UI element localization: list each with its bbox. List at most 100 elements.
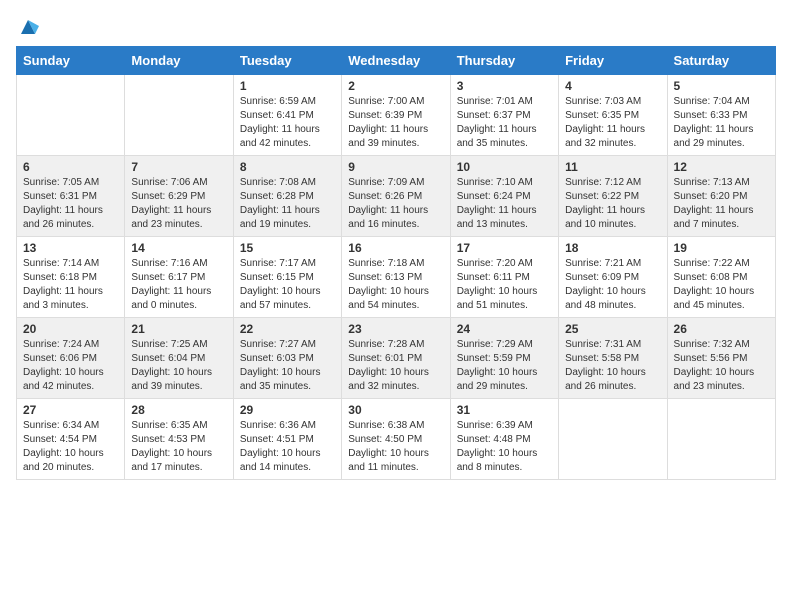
day-number: 22 [240, 322, 335, 336]
calendar-week-row: 27 Sunrise: 6:34 AMSunset: 4:54 PMDayligh… [17, 399, 776, 480]
header-day-thursday: Thursday [450, 47, 558, 75]
day-number: 1 [240, 79, 335, 93]
day-number: 13 [23, 241, 118, 255]
day-number: 27 [23, 403, 118, 417]
calendar-cell: 27 Sunrise: 6:34 AMSunset: 4:54 PMDayligh… [17, 399, 125, 480]
day-info: Sunrise: 7:13 AMSunset: 6:20 PMDaylight:… [674, 176, 769, 232]
calendar-cell: 19 Sunrise: 7:22 AMSunset: 6:08 PMDayligh… [667, 237, 775, 318]
calendar-week-row: 20Sunrise: 7:24 AMSunset: 6:06 PMDayligh… [17, 318, 776, 399]
calendar-cell: 11 Sunrise: 7:12 AMSunset: 6:22 PMDayligh… [559, 156, 667, 237]
day-info: Sunrise: 7:18 AMSunset: 6:13 PMDaylight:… [348, 257, 443, 313]
calendar-cell: 4 Sunrise: 7:03 AMSunset: 6:35 PMDaylight… [559, 75, 667, 156]
calendar-cell: 30 Sunrise: 6:38 AMSunset: 4:50 PMDayligh… [342, 399, 450, 480]
day-number: 8 [240, 160, 335, 174]
calendar-week-row: 6 Sunrise: 7:05 AMSunset: 6:31 PMDaylight… [17, 156, 776, 237]
header-day-wednesday: Wednesday [342, 47, 450, 75]
day-number: 7 [131, 160, 226, 174]
day-info: Sunrise: 7:22 AMSunset: 6:08 PMDaylight:… [674, 257, 769, 313]
calendar-cell: 17 Sunrise: 7:20 AMSunset: 6:11 PMDayligh… [450, 237, 558, 318]
day-info: Sunrise: 7:00 AMSunset: 6:39 PMDaylight:… [348, 95, 443, 151]
calendar-cell: 23Sunrise: 7:28 AMSunset: 6:01 PMDayligh… [342, 318, 450, 399]
calendar-cell: 13 Sunrise: 7:14 AMSunset: 6:18 PMDayligh… [17, 237, 125, 318]
day-info: Sunrise: 6:39 AMSunset: 4:48 PMDaylight:… [457, 419, 552, 475]
day-info: Sunrise: 6:34 AMSunset: 4:54 PMDaylight:… [23, 419, 118, 475]
day-info: Sunrise: 7:31 AMSunset: 5:58 PMDaylight:… [565, 338, 660, 394]
day-info: Sunrise: 7:29 AMSunset: 5:59 PMDaylight:… [457, 338, 552, 394]
day-number: 11 [565, 160, 660, 174]
day-info: Sunrise: 7:16 AMSunset: 6:17 PMDaylight:… [131, 257, 226, 313]
calendar-cell: 20Sunrise: 7:24 AMSunset: 6:06 PMDayligh… [17, 318, 125, 399]
day-number: 12 [674, 160, 769, 174]
day-info: Sunrise: 7:21 AMSunset: 6:09 PMDaylight:… [565, 257, 660, 313]
day-number: 25 [565, 322, 660, 336]
day-number: 23 [348, 322, 443, 336]
day-info: Sunrise: 7:17 AMSunset: 6:15 PMDaylight:… [240, 257, 335, 313]
header-day-sunday: Sunday [17, 47, 125, 75]
calendar-cell: 25 Sunrise: 7:31 AMSunset: 5:58 PMDayligh… [559, 318, 667, 399]
header-day-friday: Friday [559, 47, 667, 75]
calendar-cell: 2 Sunrise: 7:00 AMSunset: 6:39 PMDaylight… [342, 75, 450, 156]
calendar-week-row: 1 Sunrise: 6:59 AMSunset: 6:41 PMDaylight… [17, 75, 776, 156]
day-info: Sunrise: 7:27 AMSunset: 6:03 PMDaylight:… [240, 338, 335, 394]
day-number: 26 [674, 322, 769, 336]
day-number: 19 [674, 241, 769, 255]
day-number: 21 [131, 322, 226, 336]
day-info: Sunrise: 7:20 AMSunset: 6:11 PMDaylight:… [457, 257, 552, 313]
day-number: 15 [240, 241, 335, 255]
calendar-cell: 22 Sunrise: 7:27 AMSunset: 6:03 PMDayligh… [233, 318, 341, 399]
calendar-cell: 16 Sunrise: 7:18 AMSunset: 6:13 PMDayligh… [342, 237, 450, 318]
page-header [16, 16, 776, 34]
day-number: 6 [23, 160, 118, 174]
header-day-monday: Monday [125, 47, 233, 75]
logo [16, 16, 39, 34]
calendar-week-row: 13 Sunrise: 7:14 AMSunset: 6:18 PMDayligh… [17, 237, 776, 318]
day-info: Sunrise: 7:12 AMSunset: 6:22 PMDaylight:… [565, 176, 660, 232]
day-info: Sunrise: 7:04 AMSunset: 6:33 PMDaylight:… [674, 95, 769, 151]
day-number: 28 [131, 403, 226, 417]
day-info: Sunrise: 6:38 AMSunset: 4:50 PMDaylight:… [348, 419, 443, 475]
day-number: 14 [131, 241, 226, 255]
calendar-cell: 15 Sunrise: 7:17 AMSunset: 6:15 PMDayligh… [233, 237, 341, 318]
calendar-cell: 6 Sunrise: 7:05 AMSunset: 6:31 PMDaylight… [17, 156, 125, 237]
day-info: Sunrise: 7:05 AMSunset: 6:31 PMDaylight:… [23, 176, 118, 232]
calendar-cell [667, 399, 775, 480]
day-info: Sunrise: 7:14 AMSunset: 6:18 PMDaylight:… [23, 257, 118, 313]
day-number: 5 [674, 79, 769, 93]
calendar-cell [559, 399, 667, 480]
calendar-cell: 21 Sunrise: 7:25 AMSunset: 6:04 PMDayligh… [125, 318, 233, 399]
day-number: 30 [348, 403, 443, 417]
day-info: Sunrise: 7:03 AMSunset: 6:35 PMDaylight:… [565, 95, 660, 151]
calendar-cell: 7 Sunrise: 7:06 AMSunset: 6:29 PMDaylight… [125, 156, 233, 237]
calendar-cell: 24Sunrise: 7:29 AMSunset: 5:59 PMDayligh… [450, 318, 558, 399]
header-day-saturday: Saturday [667, 47, 775, 75]
calendar-cell [125, 75, 233, 156]
calendar-cell: 10Sunrise: 7:10 AMSunset: 6:24 PMDayligh… [450, 156, 558, 237]
calendar-cell: 28 Sunrise: 6:35 AMSunset: 4:53 PMDayligh… [125, 399, 233, 480]
calendar-cell: 1 Sunrise: 6:59 AMSunset: 6:41 PMDaylight… [233, 75, 341, 156]
calendar-cell: 31 Sunrise: 6:39 AMSunset: 4:48 PMDayligh… [450, 399, 558, 480]
day-number: 4 [565, 79, 660, 93]
day-number: 18 [565, 241, 660, 255]
day-info: Sunrise: 6:35 AMSunset: 4:53 PMDaylight:… [131, 419, 226, 475]
day-number: 3 [457, 79, 552, 93]
day-info: Sunrise: 7:06 AMSunset: 6:29 PMDaylight:… [131, 176, 226, 232]
calendar-header-row: SundayMondayTuesdayWednesdayThursdayFrid… [17, 47, 776, 75]
day-info: Sunrise: 7:32 AMSunset: 5:56 PMDaylight:… [674, 338, 769, 394]
calendar-table: SundayMondayTuesdayWednesdayThursdayFrid… [16, 46, 776, 480]
day-number: 16 [348, 241, 443, 255]
header-day-tuesday: Tuesday [233, 47, 341, 75]
calendar-cell: 9Sunrise: 7:09 AMSunset: 6:26 PMDaylight… [342, 156, 450, 237]
day-number: 17 [457, 241, 552, 255]
logo-icon [17, 16, 39, 38]
day-info: Sunrise: 7:09 AMSunset: 6:26 PMDaylight:… [348, 176, 443, 232]
day-info: Sunrise: 6:59 AMSunset: 6:41 PMDaylight:… [240, 95, 335, 151]
calendar-cell: 8Sunrise: 7:08 AMSunset: 6:28 PMDaylight… [233, 156, 341, 237]
calendar-cell: 14 Sunrise: 7:16 AMSunset: 6:17 PMDayligh… [125, 237, 233, 318]
day-info: Sunrise: 7:25 AMSunset: 6:04 PMDaylight:… [131, 338, 226, 394]
calendar-cell: 18 Sunrise: 7:21 AMSunset: 6:09 PMDayligh… [559, 237, 667, 318]
calendar-cell: 3Sunrise: 7:01 AMSunset: 6:37 PMDaylight… [450, 75, 558, 156]
calendar-cell: 29Sunrise: 6:36 AMSunset: 4:51 PMDayligh… [233, 399, 341, 480]
day-number: 2 [348, 79, 443, 93]
day-number: 31 [457, 403, 552, 417]
day-number: 20 [23, 322, 118, 336]
